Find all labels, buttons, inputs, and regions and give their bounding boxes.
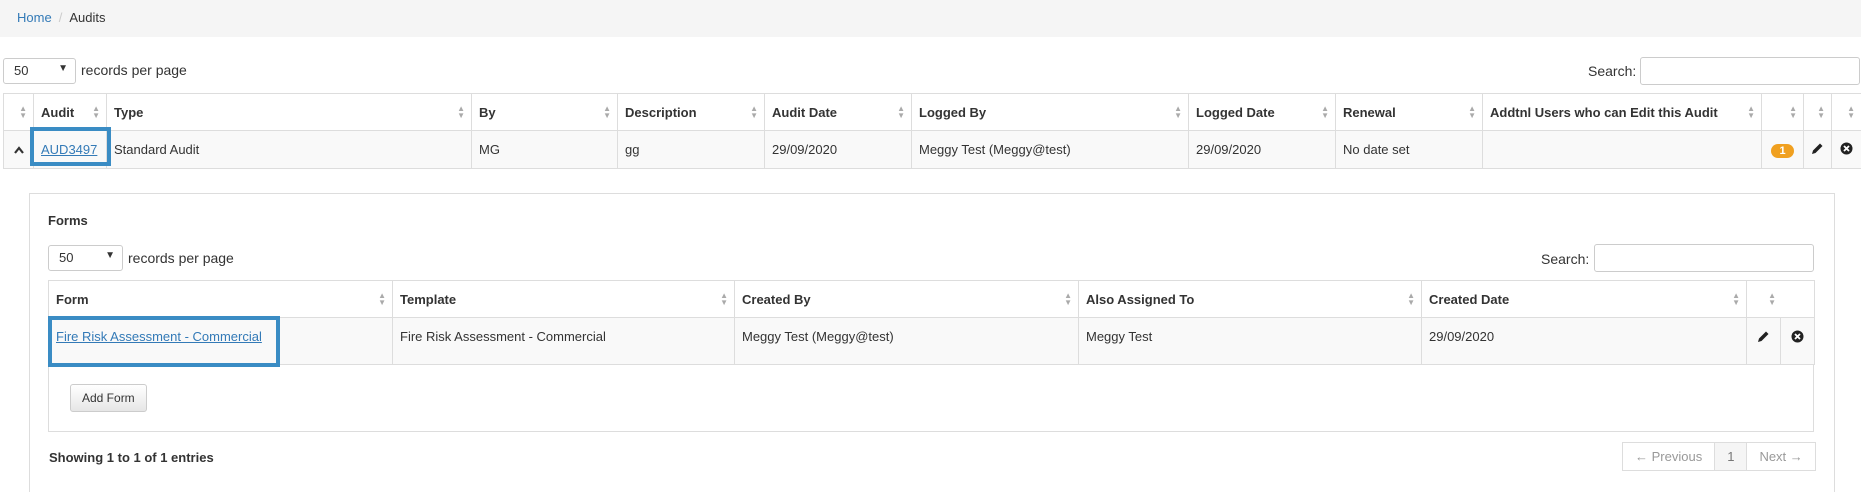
sort-icon: ▲ ▼ (457, 104, 465, 120)
close-circle-icon[interactable] (1840, 142, 1853, 155)
audits-header-row: ▲ ▼ Audit ▲ ▼ Type ▲ ▼ By ▲ ▼ Description ▲ ▼ Aud… (3, 93, 1861, 131)
also-assigned-column-header[interactable]: Also Assigned To ▲ ▼ (1078, 280, 1422, 318)
type-cell: Standard Audit (106, 130, 472, 169)
renewal-column-header[interactable]: Renewal ▲ ▼ (1335, 93, 1483, 131)
audit-date-column-header[interactable]: Audit Date ▲ ▼ (764, 93, 912, 131)
created-by-cell: Meggy Test (Meggy@test) (734, 317, 1079, 365)
pencil-icon[interactable] (1757, 330, 1770, 343)
edit-column-header[interactable]: ▲ ▼ (1803, 93, 1832, 131)
sort-icon: ▲ ▼ (1468, 104, 1476, 120)
previous-page-button[interactable]: ← Previous (1622, 442, 1716, 471)
sort-icon: ▲ ▼ (1064, 291, 1072, 307)
forms-search-label: Search: (1541, 251, 1590, 267)
form-highlight-box (48, 316, 280, 367)
sort-icon: ▲ ▼ (92, 104, 100, 120)
logged-date-cell: 29/09/2020 (1188, 130, 1336, 169)
forms-info-text: Showing 1 to 1 of 1 entries (49, 450, 214, 465)
sort-icon: ▲ ▼ (1174, 104, 1182, 120)
sort-icon: ▲ ▼ (1768, 291, 1776, 307)
renewal-cell: No date set (1335, 130, 1483, 169)
sort-icon: ▲ ▼ (1321, 104, 1329, 120)
sort-icon: ▲ ▼ (1407, 291, 1415, 307)
description-cell: gg (617, 130, 765, 169)
sort-icon: ▲ ▼ (1817, 104, 1825, 120)
breadcrumb-separator: / (58, 10, 63, 25)
add-form-button[interactable]: Add Form (70, 384, 147, 412)
actions-column-header[interactable]: ▲ ▼ (1746, 280, 1815, 318)
count-badge[interactable]: 1 (1771, 143, 1794, 158)
delete-cell[interactable] (1831, 130, 1861, 169)
forms-records-per-page-label: records per page (128, 250, 234, 266)
sort-icon: ▲ ▼ (720, 291, 728, 307)
forms-search-input[interactable] (1594, 244, 1814, 272)
type-column-header[interactable]: Type ▲ ▼ (106, 93, 472, 131)
form-delete-cell[interactable] (1780, 317, 1815, 365)
created-by-column-header[interactable]: Created By ▲ ▼ (734, 280, 1079, 318)
sort-icon: ▲ ▼ (1747, 104, 1755, 120)
forms-table: Form ▲ ▼ Template ▲ ▼ Created By ▲ ▼ Also Assi… (48, 280, 1815, 365)
addtnl-users-cell (1482, 130, 1762, 169)
sort-icon: ▲ ▼ (1732, 291, 1740, 307)
logged-by-column-header[interactable]: Logged By ▲ ▼ (911, 93, 1189, 131)
form-edit-cell[interactable] (1746, 317, 1781, 365)
forms-page-size-select[interactable]: 50 ▼ (48, 245, 123, 271)
next-page-button[interactable]: Next → (1746, 442, 1816, 471)
badge-cell[interactable]: 1 (1761, 130, 1804, 169)
badge-column-header[interactable]: ▲ ▼ (1761, 93, 1804, 131)
sort-icon: ▲ ▼ (1789, 104, 1797, 120)
breadcrumb: Home / Audits (0, 0, 1861, 37)
expand-row-toggle[interactable] (3, 130, 34, 169)
logged-date-column-header[interactable]: Logged Date ▲ ▼ (1188, 93, 1336, 131)
records-per-page-label: records per page (81, 62, 187, 78)
search-label: Search: (1588, 63, 1637, 79)
breadcrumb-home-link[interactable]: Home (17, 10, 52, 25)
breadcrumb-current: Audits (69, 10, 106, 25)
page-size-select[interactable]: 50 ▼ (3, 58, 76, 84)
audit-date-cell: 29/09/2020 (764, 130, 912, 169)
delete-column-header[interactable]: ▲ ▼ (1831, 93, 1861, 131)
edit-cell[interactable] (1803, 130, 1832, 169)
audit-highlight-box (30, 127, 111, 166)
sort-icon: ▲ ▼ (603, 104, 611, 120)
close-circle-icon[interactable] (1791, 330, 1804, 343)
created-date-column-header[interactable]: Created Date ▲ ▼ (1421, 280, 1747, 318)
caret-down-icon: ▼ (105, 250, 115, 261)
sort-icon: ▲ ▼ (19, 104, 27, 120)
table-row: Fire Risk Assessment - Commercial Fire R… (48, 317, 1815, 365)
table-row: AUD3497 Standard Audit MG gg 29/09/2020 … (3, 130, 1861, 169)
audits-table: ▲ ▼ Audit ▲ ▼ Type ▲ ▼ By ▲ ▼ Description ▲ ▼ Aud… (3, 93, 1861, 169)
sort-icon: ▲ ▼ (378, 291, 386, 307)
caret-down-icon: ▼ (58, 63, 68, 74)
also-assigned-cell: Meggy Test (1078, 317, 1422, 365)
addtnl-users-column-header[interactable]: Addtnl Users who can Edit this Audit ▲ ▼ (1482, 93, 1762, 131)
search-input[interactable] (1640, 57, 1860, 85)
expand-column-header[interactable]: ▲ ▼ (3, 93, 34, 131)
description-column-header[interactable]: Description ▲ ▼ (617, 93, 765, 131)
sort-icon: ▲ ▼ (750, 104, 758, 120)
template-column-header[interactable]: Template ▲ ▼ (392, 280, 735, 318)
by-column-header[interactable]: By ▲ ▼ (471, 93, 618, 131)
logged-by-cell: Meggy Test (Meggy@test) (911, 130, 1189, 169)
form-column-header[interactable]: Form ▲ ▼ (48, 280, 393, 318)
page-1-button[interactable]: 1 (1714, 442, 1748, 471)
sort-icon: ▲ ▼ (897, 104, 905, 120)
page-size-value: 50 (14, 63, 29, 78)
by-cell: MG (471, 130, 618, 169)
pencil-icon[interactable] (1811, 142, 1824, 155)
sort-icon: ▲ ▼ (1847, 104, 1855, 120)
template-cell: Fire Risk Assessment - Commercial (392, 317, 735, 365)
chevron-up-icon (13, 146, 24, 154)
pagination: ← Previous 1 Next → (1622, 442, 1816, 471)
audit-column-header[interactable]: Audit ▲ ▼ (33, 93, 107, 131)
forms-header-row: Form ▲ ▼ Template ▲ ▼ Created By ▲ ▼ Also Assi… (48, 280, 1815, 318)
created-date-cell: 29/09/2020 (1421, 317, 1747, 365)
forms-title: Forms (48, 213, 88, 228)
forms-page-size-value: 50 (59, 250, 74, 265)
